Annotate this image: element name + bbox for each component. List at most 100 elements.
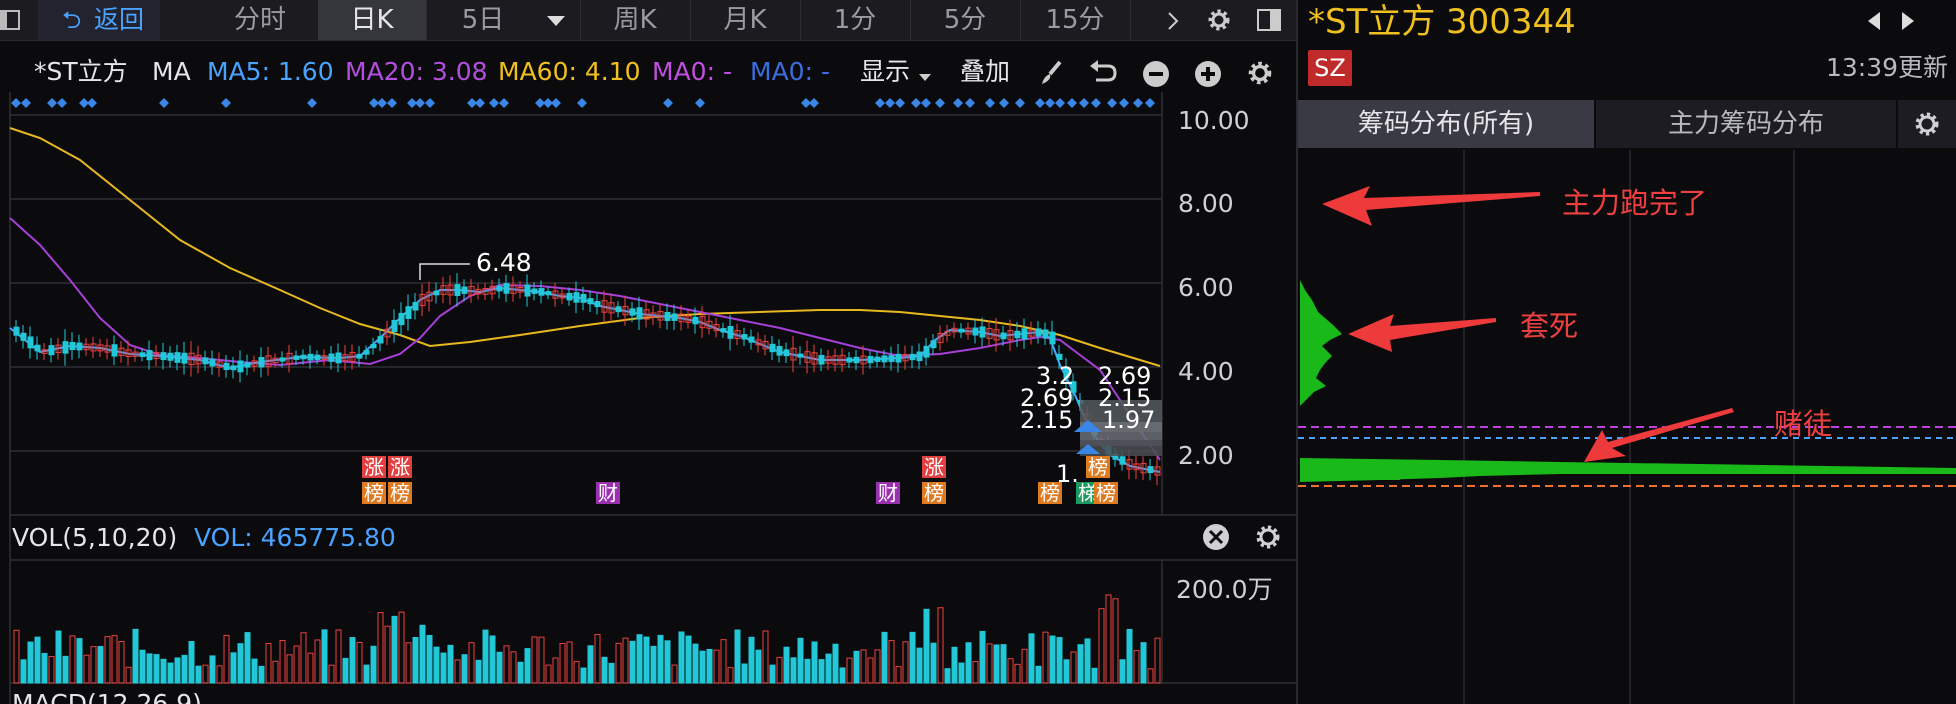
- event-diamond[interactable]: [307, 98, 317, 108]
- candle: [258, 347, 265, 378]
- event-diamond[interactable]: [425, 98, 435, 108]
- tab-daily-k[interactable]: 日K: [318, 0, 426, 40]
- event-diamond[interactable]: [415, 98, 425, 108]
- volume-bar: [937, 607, 944, 684]
- event-diamond[interactable]: [935, 98, 945, 108]
- dropdown-icon[interactable]: [545, 12, 567, 32]
- volume-close-icon[interactable]: [1203, 524, 1229, 550]
- next-icon[interactable]: [1900, 10, 1916, 36]
- volume-bar: [1070, 651, 1077, 684]
- undo-icon[interactable]: [1088, 60, 1118, 90]
- event-diamond[interactable]: [695, 98, 705, 108]
- volume-gear-icon[interactable]: [1256, 525, 1280, 549]
- prev-icon[interactable]: [1866, 10, 1882, 36]
- event-diamond[interactable]: [1035, 98, 1045, 108]
- event-tag[interactable]: 涨: [362, 455, 386, 479]
- tab-intraday[interactable]: 分时: [210, 0, 310, 40]
- volume-bar: [1133, 650, 1140, 684]
- tab-weekly-k[interactable]: 周K: [590, 0, 680, 40]
- volume-bar: [27, 641, 34, 684]
- display-dropdown[interactable]: 显示: [860, 52, 910, 92]
- volume-bar: [874, 649, 881, 684]
- candle: [783, 342, 790, 363]
- event-diamond[interactable]: [11, 98, 21, 108]
- event-tag-label: 财: [878, 481, 898, 505]
- event-diamond[interactable]: [895, 98, 905, 108]
- tab-1-min[interactable]: 1分: [810, 0, 900, 40]
- event-diamond[interactable]: [1015, 98, 1025, 108]
- event-tag[interactable]: 涨: [388, 455, 412, 479]
- event-tag[interactable]: 榜: [388, 481, 412, 505]
- event-diamond[interactable]: [1045, 98, 1055, 108]
- event-tag[interactable]: 榜: [922, 481, 946, 505]
- tab-chip-main[interactable]: 主力筹码分布: [1596, 100, 1896, 148]
- kline-chart[interactable]: 10.00 8.00 6.00 4.00 2.00 6.48 3.2 2.69 …: [0, 92, 1296, 704]
- overlay-button[interactable]: 叠加: [960, 52, 1010, 92]
- event-diamond[interactable]: [965, 98, 975, 108]
- event-diamond[interactable]: [489, 98, 499, 108]
- tab-5-min[interactable]: 5分: [920, 0, 1010, 40]
- event-tag[interactable]: 财: [596, 481, 620, 505]
- event-diamond[interactable]: [377, 98, 387, 108]
- event-diamond[interactable]: [475, 98, 485, 108]
- event-diamond[interactable]: [221, 98, 231, 108]
- event-diamond[interactable]: [1107, 98, 1117, 108]
- event-diamond[interactable]: [1067, 98, 1077, 108]
- event-diamond[interactable]: [57, 98, 67, 108]
- event-diamond[interactable]: [999, 98, 1009, 108]
- chip-distribution-chart[interactable]: 主力跑完了 套死 赌徒: [1298, 150, 1956, 704]
- event-diamond[interactable]: [985, 98, 995, 108]
- event-tag[interactable]: 涨: [922, 455, 946, 479]
- chart-settings-gear-icon[interactable]: [1246, 59, 1274, 91]
- volume-bar: [83, 654, 90, 684]
- volume-bar: [622, 637, 629, 684]
- volume-bar: [356, 641, 363, 684]
- event-diamond[interactable]: [159, 98, 169, 108]
- event-diamond[interactable]: [911, 98, 921, 108]
- event-diamond[interactable]: [499, 98, 509, 108]
- event-diamond[interactable]: [47, 98, 57, 108]
- event-diamond[interactable]: [953, 98, 963, 108]
- event-diamond[interactable]: [387, 98, 397, 108]
- zoom-in-icon[interactable]: [1194, 60, 1222, 92]
- volume-bar: [881, 631, 888, 684]
- ma5-line: [9, 286, 1161, 473]
- volume-bar: [867, 657, 874, 684]
- volume-bar: [727, 667, 734, 684]
- event-diamond[interactable]: [921, 98, 931, 108]
- event-diamond[interactable]: [21, 98, 31, 108]
- tab-chip-all[interactable]: 筹码分布(所有): [1298, 100, 1594, 148]
- display-dropdown-icon[interactable]: [918, 68, 932, 87]
- event-diamond[interactable]: [1145, 98, 1155, 108]
- gear-icon[interactable]: [1206, 7, 1232, 37]
- event-diamond[interactable]: [663, 98, 673, 108]
- volume-bar: [181, 654, 188, 684]
- sidebar-toggle-icon[interactable]: [0, 8, 22, 32]
- event-diamond[interactable]: [885, 98, 895, 108]
- event-diamond[interactable]: [809, 98, 819, 108]
- event-diamond[interactable]: [551, 98, 561, 108]
- event-tag[interactable]: 榜: [1038, 481, 1062, 505]
- zoom-out-icon[interactable]: [1142, 60, 1170, 92]
- chevron-right-icon[interactable]: [1166, 10, 1180, 36]
- back-button[interactable]: ⮌ 返回: [38, 0, 160, 40]
- event-diamond[interactable]: [875, 98, 885, 108]
- event-diamond[interactable]: [87, 98, 97, 108]
- event-tag[interactable]: 榜: [362, 481, 386, 505]
- event-tag[interactable]: 榜: [1094, 481, 1118, 505]
- event-diamond[interactable]: [1091, 98, 1101, 108]
- event-diamond[interactable]: [1119, 98, 1129, 108]
- panel-toggle-icon[interactable]: [1256, 8, 1282, 36]
- chip-gear-icon[interactable]: [1898, 100, 1956, 148]
- event-tag[interactable]: 榜: [1086, 455, 1110, 479]
- brush-icon[interactable]: [1036, 58, 1066, 92]
- tab-5-day[interactable]: 5日: [440, 0, 526, 40]
- event-diamond[interactable]: [1055, 98, 1065, 108]
- event-diamond[interactable]: [1133, 98, 1143, 108]
- tab-monthly-k[interactable]: 月K: [700, 0, 790, 40]
- candle: [874, 350, 881, 368]
- event-diamond[interactable]: [577, 98, 587, 108]
- tab-15-min[interactable]: 15分: [1030, 0, 1120, 40]
- event-tag[interactable]: 财: [876, 481, 900, 505]
- event-diamond[interactable]: [1079, 98, 1089, 108]
